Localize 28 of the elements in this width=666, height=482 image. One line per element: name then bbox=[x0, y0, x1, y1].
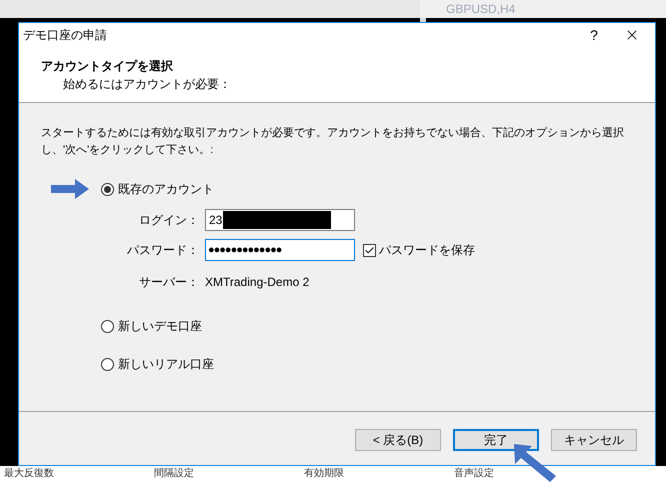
dialog-button[interactable]: 完了 bbox=[453, 428, 539, 450]
radio-label: 既存のアカウント bbox=[118, 181, 214, 198]
page-heading: アカウントタイプを選択 bbox=[41, 58, 174, 75]
column-header: 有効期限 bbox=[303, 466, 345, 481]
column-header: 音声設定 bbox=[453, 466, 495, 481]
help-button[interactable]: ? bbox=[579, 24, 609, 46]
field-label: ログイン： bbox=[138, 212, 199, 229]
password-field[interactable]: ●●●●●●●●●●●●● bbox=[205, 239, 355, 261]
login-field[interactable]: 23 bbox=[205, 209, 355, 231]
arrow-icon bbox=[512, 442, 558, 482]
arrow-icon bbox=[51, 179, 89, 199]
radio-label: 新しいリアル口座 bbox=[118, 356, 214, 373]
radio-button[interactable] bbox=[101, 182, 114, 196]
column-header: 間隔設定 bbox=[153, 466, 195, 481]
dialog-button[interactable]: キャンセル bbox=[551, 428, 637, 450]
radio-label: 新しいデモ口座 bbox=[118, 318, 202, 335]
checkbox-label: パスワードを保存 bbox=[379, 242, 475, 259]
checkbox[interactable] bbox=[363, 244, 376, 256]
page-subtitle: 始めるにはアカウントが必要： bbox=[62, 76, 232, 93]
dialog-button[interactable]: < 戻る(B) bbox=[355, 428, 441, 450]
radio-button[interactable] bbox=[101, 358, 114, 370]
radio-button[interactable] bbox=[101, 320, 114, 332]
column-header: 最大反復数 bbox=[3, 466, 55, 481]
field-label: サーバー： bbox=[138, 274, 199, 291]
window-title: デモ口座の申請 bbox=[22, 27, 108, 44]
intro-text: スタートするためには有効な取引アカウントが必要です。アカウントをお持ちでない場合、下記のオプションから選択し、'次へ'をクリックして下さい。: bbox=[41, 126, 625, 158]
server-name: XMTrading-Demo 2 bbox=[205, 274, 310, 291]
field-label: パスワード： bbox=[126, 242, 199, 259]
